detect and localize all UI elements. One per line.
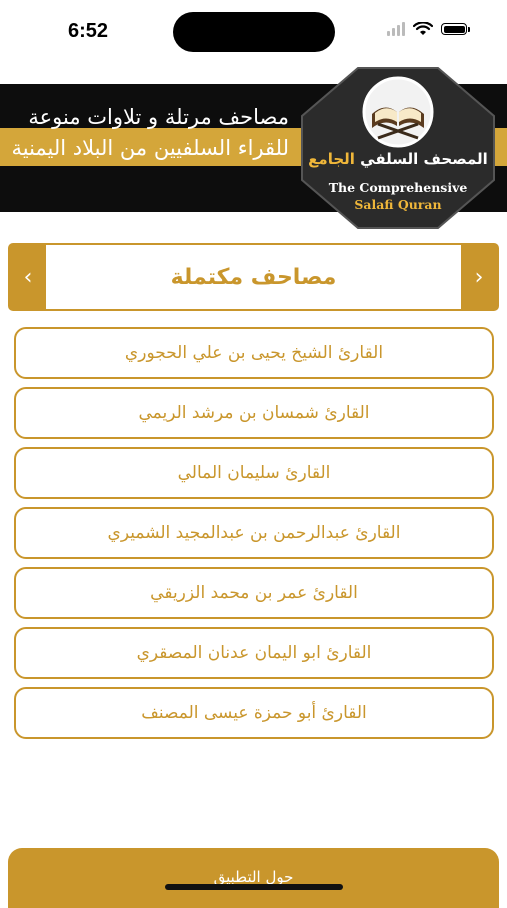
reciter-button[interactable]: القارئ سليمان المالي — [14, 447, 494, 499]
signal-icon — [387, 22, 405, 36]
logo-english-line2: Salafi Quran — [354, 197, 442, 212]
status-time: 6:52 — [68, 20, 109, 42]
reciter-button[interactable]: القارئ شمسان بن مرشد الريمي — [14, 387, 494, 439]
section-header: ‹ مصاحف مكتملة › — [8, 243, 499, 311]
next-section-button[interactable]: › — [461, 245, 497, 309]
wifi-icon — [413, 22, 433, 35]
dynamic-island — [173, 12, 335, 52]
status-icons — [387, 22, 470, 36]
reciter-list: القارئ الشيخ يحيى بن علي الحجوري القارئ … — [14, 327, 494, 747]
banner-subtitle: مصاحف مرتلة و تلاوات منوعة للقراء السلفي… — [11, 105, 289, 160]
reciter-button[interactable]: القارئ ابو اليمان عدنان المصقري — [14, 627, 494, 679]
chevron-left-icon: ‹ — [23, 264, 33, 290]
status-bar: 6:52 — [0, 0, 507, 62]
reciter-button[interactable]: القارئ عبدالرحمن بن عبدالمجيد الشميري — [14, 507, 494, 559]
about-app-button[interactable]: حول التطبيق — [8, 848, 499, 908]
reciter-button[interactable]: القارئ أبو حمزة عيسى المصنف — [14, 687, 494, 739]
reciter-button[interactable]: القارئ الشيخ يحيى بن علي الحجوري — [14, 327, 494, 379]
chevron-right-icon: › — [474, 264, 484, 290]
home-indicator[interactable] — [165, 884, 343, 890]
section-title: مصاحف مكتملة — [170, 264, 337, 290]
previous-section-button[interactable]: ‹ — [10, 245, 46, 309]
battery-icon — [441, 23, 470, 35]
app-logo: المصحف السلفي الجامع The Comprehensive S… — [300, 66, 496, 230]
reciter-button[interactable]: القارئ عمر بن محمد الزريقي — [14, 567, 494, 619]
logo-english-line1: The Comprehensive — [328, 180, 468, 195]
logo-title: المصحف السلفي الجامع — [308, 150, 488, 168]
